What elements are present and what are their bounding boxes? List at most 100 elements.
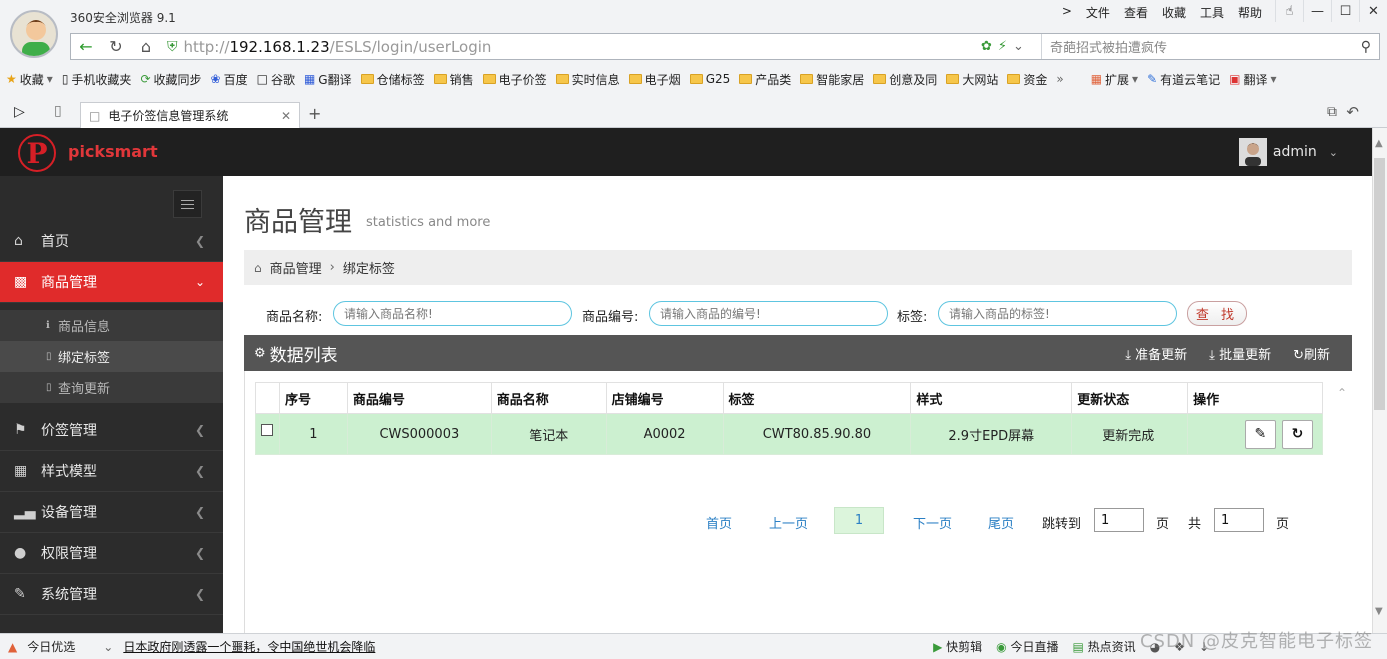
table-scrollbar[interactable]: ⌃ [1336,386,1350,636]
live-button[interactable]: ◉ 今日直播 [996,638,1058,655]
restore-tabs-icon[interactable]: ⧉ [1327,104,1337,120]
scroll-up-icon[interactable]: ⌃ [1337,386,1347,400]
bookmark-folder-products[interactable]: 产品类 [739,71,791,88]
scroll-up-icon[interactable]: ▲ [1375,138,1383,149]
row-checkbox[interactable] [255,413,280,455]
speed-mode-icon[interactable]: ⚡ [998,39,1007,54]
scroll-down-icon[interactable]: ▼ [1375,606,1383,617]
bookmark-folder-smarthome[interactable]: 智能家居 [800,71,864,88]
url-dropdown-icon[interactable]: ⌄ [1013,39,1024,54]
news-link[interactable]: 日本政府刚透露一个噩耗，令中国绝世机会降临 [123,638,375,655]
search-icon[interactable]: ⚲ [1361,39,1371,55]
sidebar-subitem-label: 查询更新 [58,382,111,397]
menu-view[interactable]: 查看 [1124,4,1148,21]
sidebar-item-styles[interactable]: ▦ 样式模型 ❮ [0,451,223,492]
bookmark-baidu[interactable]: ❀ 百度 [211,71,248,88]
sidebar-toggle-icon[interactable]: ▷ [14,104,25,120]
tab-esl-system[interactable]: □ 电子价签信息管理系统 ✕ [80,102,300,128]
menu-help[interactable]: 帮助 [1238,4,1262,21]
bookmark-mobile[interactable]: ▯ 手机收藏夹 [62,71,132,88]
col-index: 序号 [278,382,348,414]
bookmark-folder-sales[interactable]: 销售 [433,71,474,88]
row-refresh-button[interactable]: ↻ [1282,419,1313,449]
search-button[interactable]: 查 找 [1187,301,1247,326]
batch-update-button[interactable]: ⤓ 批量更新 [1209,344,1271,363]
maximize-icon[interactable]: ☐ [1331,0,1359,22]
sidebar-subitem-product-info[interactable]: ℹ 商品信息 [0,310,223,341]
ext-youdao[interactable]: ✎ 有道云笔记 [1147,71,1220,88]
prev-page-link[interactable]: 上一页 [769,513,808,532]
home-nav-icon[interactable]: ⌂ [131,34,161,59]
sidebar-subitem-query-update[interactable]: ▯ 查询更新 [0,372,223,403]
menu-file[interactable]: 文件 [1086,4,1110,21]
menu-arrow-icon[interactable]: > [1062,4,1072,21]
page-scroll-thumb[interactable] [1374,158,1385,410]
menu-tools[interactable]: 工具 [1200,4,1224,21]
today-picks[interactable]: 今日优选 [27,638,75,655]
bookmark-folder-ecig[interactable]: 电子烟 [628,71,681,88]
product-code-input[interactable]: 请输入商品的编号! [649,301,888,326]
ext-extensions[interactable]: ▦ 扩展 ▾ [1091,71,1138,88]
goto-page-input[interactable]: 1 [1094,508,1144,532]
browser-search-input[interactable]: 奇葩招式被拍遭疯传 ⚲ [1041,34,1379,59]
refresh-icon[interactable]: ↻ [101,34,131,59]
ext-translate[interactable]: ▣ 翻译 ▾ [1229,71,1276,88]
back-icon[interactable]: ← [71,34,101,59]
sidebar-item-permissions[interactable]: ● 权限管理 ❮ [0,533,223,574]
sidebar-collapse-button[interactable] [173,190,202,218]
mobile-view-icon[interactable]: ▯ [54,103,62,119]
bookmark-folder-esl[interactable]: 电子价签 [482,71,547,88]
prepare-update-button[interactable]: ⤓ 准备更新 [1125,344,1187,363]
home-icon: ⌂ [254,260,262,275]
bookmark-folder-realtime[interactable]: 实时信息 [555,71,620,88]
sidebar-item-home[interactable]: ⌂ 首页 ❮ [0,221,223,262]
last-page-link[interactable]: 尾页 [988,513,1014,532]
bookmark-google[interactable]: □ 谷歌 [257,71,295,88]
menu-favorites[interactable]: 收藏 [1162,4,1186,21]
bookmark-folder-g25[interactable]: G25 [689,72,730,86]
chevron-right-icon: › [329,260,335,275]
bookmark-gtranslate[interactable]: ▦ G翻译 [304,71,352,88]
url-field[interactable]: ⛨ http:// 192.168.1.23 /ESLS/login/userL… [161,38,981,56]
bookmark-folder-warehouse[interactable]: 仓储标签 [360,71,425,88]
product-name-input[interactable]: 请输入商品名称! [333,301,572,326]
current-page[interactable]: 1 [834,507,884,534]
first-page-link[interactable]: 首页 [706,513,732,532]
bookmark-folder-bigsites[interactable]: 大网站 [946,71,998,88]
sidebar-subitem-bind-tag[interactable]: ▯ 绑定标签 [0,341,223,372]
sidebar-item-products[interactable]: ▩ 商品管理 ⌄ [0,262,223,303]
browser-menu-bar: > 文件 查看 收藏 工具 帮助 [1062,4,1262,21]
goto-label: 跳转到 [1042,517,1082,532]
minimize-icon[interactable]: — [1303,0,1331,22]
tab-close-icon[interactable]: ✕ [281,109,291,123]
bookmark-favorites[interactable]: ★ 收藏 ▾ [6,71,53,88]
bookmark-sync[interactable]: ⟳ 收藏同步 [140,71,201,88]
total-unit: 页 [1276,517,1290,532]
new-tab-icon[interactable]: + [308,104,321,123]
bookmark-folder-creative[interactable]: 创意及同 [873,71,937,88]
tag-input[interactable]: 请输入商品的标签! [938,301,1177,326]
folder-icon [739,74,753,84]
close-icon[interactable]: ✕ [1359,0,1387,22]
url-host: 192.168.1.23 [229,37,330,56]
user-menu[interactable]: admin ⌄ [1238,138,1338,166]
next-page-link[interactable]: 下一页 [913,513,952,532]
edit-button[interactable]: ✎ [1244,419,1276,449]
folder-icon [873,74,887,84]
sidebar-item-system[interactable]: ✎ 系统管理 ❮ [0,574,223,615]
skin-icon[interactable]: ☝ [1275,0,1303,22]
browser-avatar-icon[interactable] [10,10,58,58]
table-row[interactable]: 1 CWS000003 笔记本 A0002 CWT80.85.90.80 2.9… [255,413,1323,455]
undo-close-icon[interactable]: ↶ [1346,103,1359,121]
quick-clip-button[interactable]: ▶ 快剪辑 [933,638,982,655]
more-bookmarks-icon[interactable]: » [1056,72,1063,86]
breadcrumb-products[interactable]: 商品管理 [270,258,322,277]
bookmark-folder-funds[interactable]: 资金 [1007,71,1047,88]
hot-news-button[interactable]: ▤ 热点资讯 [1073,638,1136,655]
compat-mode-icon[interactable]: ✿ [981,39,992,54]
refresh-button[interactable]: ↻刷新 [1293,344,1330,363]
breadcrumb: ⌂ 商品管理 › 绑定标签 [244,250,1352,285]
sidebar-item-tags[interactable]: ⚑ 价签管理 ❮ [0,410,223,451]
data-list-header: ⚙ 数据列表 ⤓ 准备更新 ⤓ 批量更新 ↻刷新 [244,335,1352,371]
logo-icon[interactable]: P [18,134,56,172]
